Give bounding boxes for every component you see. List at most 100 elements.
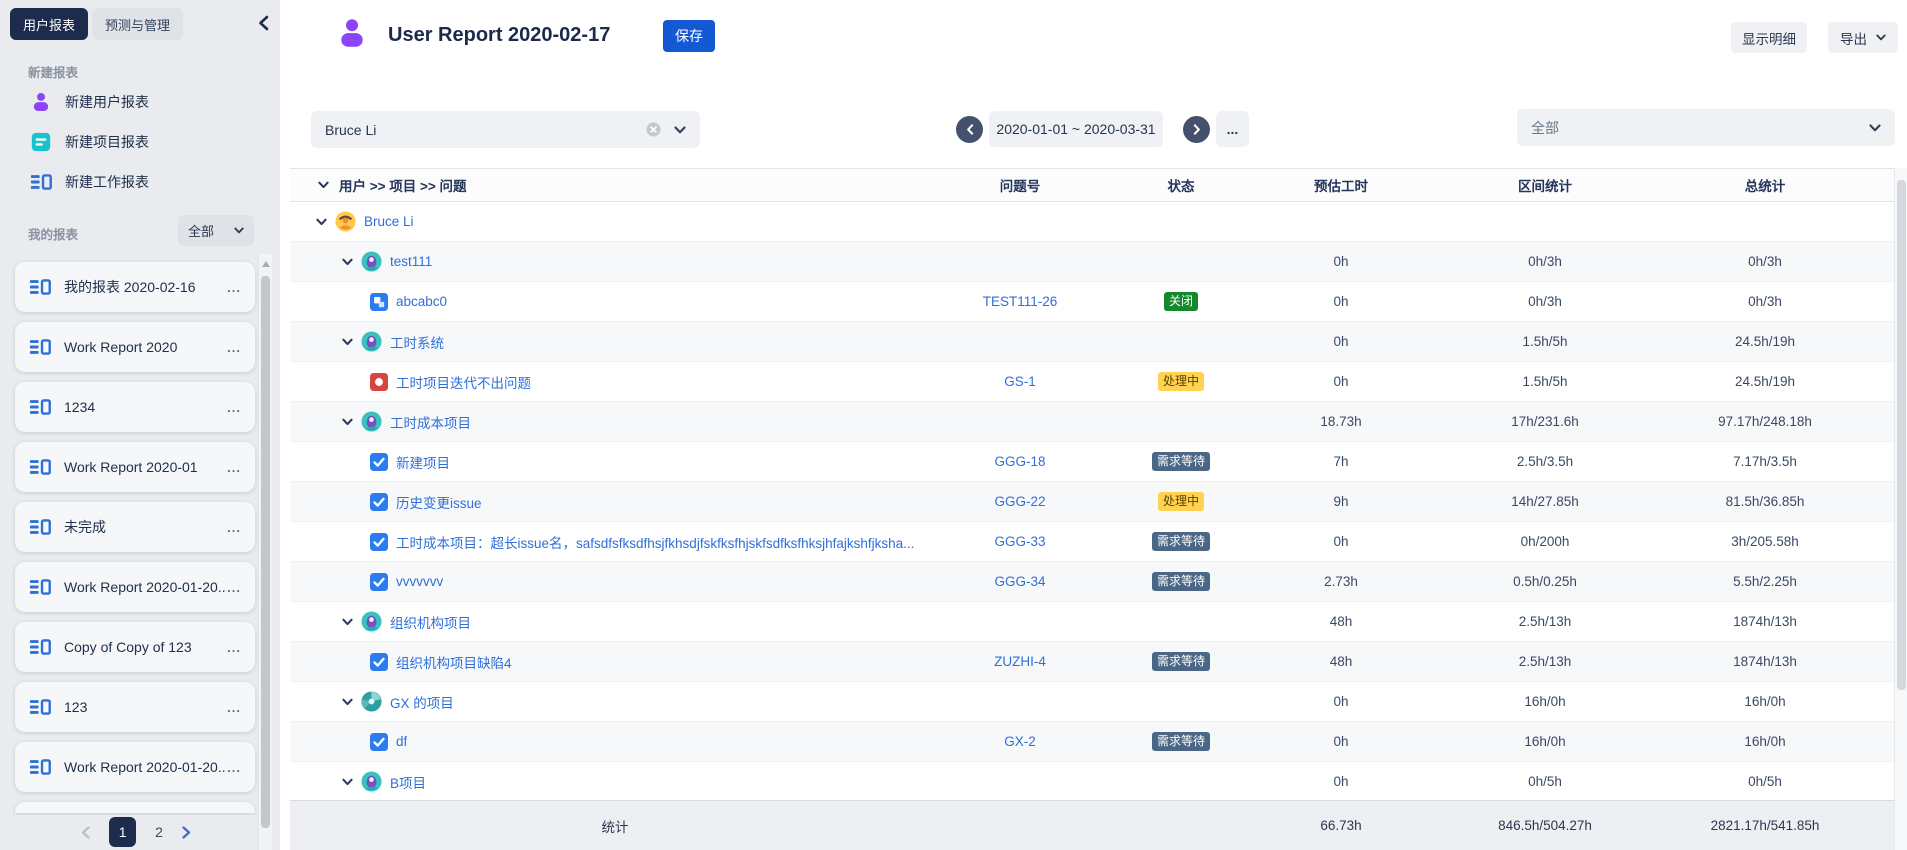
total-value: 24.5h/19h [1670, 374, 1860, 389]
card-more-menu-icon[interactable]: ... [227, 460, 241, 475]
card-more-menu-icon[interactable]: ... [227, 760, 241, 775]
issue-key-link[interactable]: GX-2 [940, 734, 1100, 749]
range-value: 0h/3h [1420, 254, 1670, 269]
chevron-down-icon[interactable] [316, 218, 327, 226]
issue-key-link[interactable]: GGG-34 [940, 574, 1100, 589]
card-more-menu-icon[interactable]: ... [227, 580, 241, 595]
project-name-link[interactable]: 工时成本项目 [390, 412, 471, 432]
date-more-button[interactable]: ... [1216, 111, 1249, 147]
sidebar-tabs: 用户报表 预测与管理 [10, 8, 183, 40]
estimate-value: 0h [1262, 374, 1420, 389]
card-more-menu-icon[interactable]: ... [227, 520, 241, 535]
user-filter-value: Bruce Li [325, 122, 376, 138]
user-filter-select[interactable]: Bruce Li [311, 111, 700, 148]
my-reports-filter-value: 全部 [188, 221, 214, 240]
card-more-menu-icon[interactable]: ... [227, 700, 241, 715]
task-icon [370, 733, 388, 751]
status-badge: 需求等待 [1152, 572, 1210, 591]
range-value: 2.5h/13h [1420, 614, 1670, 629]
chevron-down-icon[interactable] [342, 698, 353, 706]
report-card[interactable]: Work Report 2020... [15, 322, 255, 372]
chevron-down-icon[interactable] [1869, 124, 1881, 132]
project-name-link[interactable]: GX 的项目 [390, 692, 454, 712]
issue-name-link[interactable]: 工时成本项目：超长issue名，safsdfsfksdfhsjfkhsdjfsk… [396, 532, 914, 552]
project-name-link[interactable]: 组织机构项目 [390, 612, 471, 632]
issue-key-link[interactable]: ZUZHI-4 [940, 654, 1100, 669]
sidebar-new-report-item-2[interactable]: 新建工作报表 [30, 162, 250, 202]
date-next-button[interactable] [1183, 116, 1210, 143]
sidebar-new-report-item-1[interactable]: 新建项目报表 [30, 122, 250, 162]
issue-key-link[interactable]: GGG-22 [940, 494, 1100, 509]
table-row-project: 工时成本项目18.73h17h/231.6h97.17h/248.18h [290, 402, 1895, 442]
chevron-down-icon[interactable] [342, 418, 353, 426]
clear-icon[interactable] [646, 122, 661, 137]
range-value: 2.5h/13h [1420, 654, 1670, 669]
report-card[interactable]: 我的报表 2020-02-16... [15, 262, 255, 312]
issue-name-link[interactable]: 历史变更issue [396, 492, 482, 512]
issue-name-link[interactable]: vvvvvvv [396, 574, 443, 589]
sidebar-collapse-button[interactable] [252, 13, 274, 35]
report-card[interactable]: 未完成... [15, 502, 255, 552]
sidebar-new-report-item-0[interactable]: 新建用户报表 [30, 82, 250, 122]
report-card[interactable]: 123... [15, 682, 255, 732]
scope-filter-select[interactable]: 全部 [1517, 109, 1895, 146]
scroll-up-arrow-icon[interactable] [262, 261, 270, 267]
table-row-issue: 历史变更issueGGG-22处理中9h14h/27.85h81.5h/36.8… [290, 482, 1895, 522]
card-more-menu-icon[interactable]: ... [227, 280, 241, 295]
show-detail-button[interactable]: 显示明细 [1731, 22, 1807, 53]
work-report-icon [30, 171, 52, 193]
export-button[interactable]: 导出 [1828, 22, 1898, 53]
save-button[interactable]: 保存 [663, 20, 715, 52]
table-scrollbar[interactable] [1894, 168, 1907, 850]
collapse-all-chevron-icon[interactable] [318, 181, 329, 189]
issue-key-link[interactable]: TEST111-26 [940, 294, 1100, 309]
date-prev-button[interactable] [956, 116, 983, 143]
project-name-link[interactable]: 工时系统 [390, 332, 444, 352]
pagination-page-2[interactable]: 2 [155, 824, 163, 840]
range-value: 0h/200h [1420, 534, 1670, 549]
pagination-next-icon[interactable] [182, 826, 191, 839]
new-report-item-label: 新建用户报表 [65, 92, 149, 112]
issue-name-link[interactable]: 工时项目迭代不出问题 [396, 372, 531, 392]
project-name-link[interactable]: test111 [390, 254, 432, 269]
work-report-icon [29, 696, 51, 718]
card-more-menu-icon[interactable]: ... [227, 400, 241, 415]
sidebar-scrollbar-thumb[interactable] [261, 276, 270, 828]
issue-key-link[interactable]: GGG-33 [940, 534, 1100, 549]
chevron-down-icon[interactable] [342, 778, 353, 786]
report-card[interactable]: Work Report 2020-01-20...... [15, 562, 255, 612]
user-name-link[interactable]: Bruce Li [364, 214, 414, 229]
tab-forecast-management[interactable]: 预测与管理 [92, 8, 183, 40]
issue-name-link[interactable]: df [396, 734, 407, 749]
card-more-menu-icon[interactable]: ... [227, 340, 241, 355]
issue-name-link[interactable]: abcabc0 [396, 294, 447, 309]
project-name-link[interactable]: B项目 [390, 772, 426, 792]
chevron-down-icon[interactable] [342, 258, 353, 266]
report-card[interactable]: 1234... [15, 382, 255, 432]
issue-key-link[interactable]: GS-1 [940, 374, 1100, 389]
bug-icon [370, 373, 388, 391]
total-value: 5.5h/2.25h [1670, 574, 1860, 589]
date-range-button[interactable]: 2020-01-01 ~ 2020-03-31 [989, 111, 1163, 147]
my-reports-list: 我的报表 2020-02-16... Work Report 2020... 123… [15, 262, 255, 802]
status-badge: 关闭 [1164, 292, 1198, 311]
my-reports-filter-select[interactable]: 全部 [178, 215, 254, 246]
pagination-prev-icon[interactable] [81, 826, 90, 839]
chevron-down-icon[interactable] [342, 338, 353, 346]
pagination-page-1[interactable]: 1 [109, 817, 136, 847]
report-card[interactable]: Work Report 2020-01... [15, 442, 255, 492]
report-card[interactable]: Copy of Copy of 123... [15, 622, 255, 672]
chevron-down-icon[interactable] [674, 126, 686, 134]
tab-user-reports[interactable]: 用户报表 [10, 8, 88, 40]
report-card[interactable]: Work Report 2020-01-20...... [15, 742, 255, 792]
subtask-icon [370, 293, 388, 311]
task-icon [370, 453, 388, 471]
card-more-menu-icon[interactable]: ... [227, 640, 241, 655]
table-scrollbar-thumb[interactable] [1897, 180, 1906, 690]
estimate-value: 0h [1262, 294, 1420, 309]
issue-key-link[interactable]: GGG-18 [940, 454, 1100, 469]
sidebar-scrollbar[interactable] [258, 254, 272, 850]
issue-name-link[interactable]: 新建项目 [396, 452, 450, 472]
issue-name-link[interactable]: 组织机构项目缺陷4 [396, 652, 512, 672]
chevron-down-icon[interactable] [342, 618, 353, 626]
